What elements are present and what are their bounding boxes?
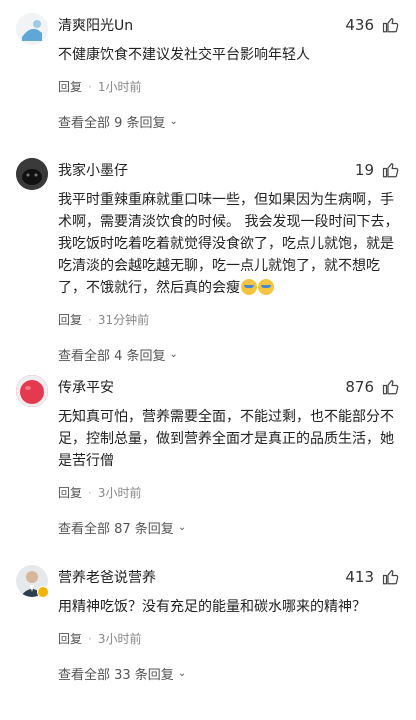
username[interactable]: 我家小墨仔 bbox=[58, 160, 355, 180]
username[interactable]: 清爽阳光Un bbox=[58, 15, 345, 35]
view-all-label: 查看全部 9 条回复 bbox=[58, 116, 166, 131]
separator-dot: · bbox=[88, 631, 92, 646]
view-all-replies[interactable]: 查看全部 87 条回复 ⌄ bbox=[58, 518, 400, 537]
comment-list: 清爽阳光Un 436 不健康饮食不建议发社交平台影响年轻人 回复 · 1小时前 … bbox=[0, 0, 416, 720]
timestamp: 31分钟前 bbox=[97, 313, 150, 327]
chevron-down-icon: ⌄ bbox=[177, 668, 187, 679]
view-all-label: 查看全部 87 条回复 bbox=[58, 522, 174, 537]
reply-button[interactable]: 回复 bbox=[58, 484, 82, 501]
comment-text-body: 我平时重辣重麻就重口味一些，但如果因为生病啊，手术啊，需要清淡饮食的时候。 我会… bbox=[58, 192, 399, 296]
thumbs-up-icon[interactable] bbox=[382, 16, 400, 34]
crying-face-emoji-icon bbox=[258, 279, 274, 295]
chevron-down-icon: ⌄ bbox=[169, 116, 178, 127]
username[interactable]: 传承平安 bbox=[58, 377, 345, 397]
comment-item: 传承平安 876 无知真可怕，营养需要全面，不能过剩，也不能部分不足，控制总量，… bbox=[0, 362, 416, 552]
separator-dot: · bbox=[88, 79, 92, 94]
username[interactable]: 营养老爸说营养 bbox=[58, 567, 345, 587]
avatar[interactable] bbox=[16, 565, 49, 598]
reply-button[interactable]: 回复 bbox=[58, 311, 82, 328]
thumbs-up-icon[interactable] bbox=[382, 568, 400, 586]
verified-badge-icon bbox=[37, 586, 49, 598]
chevron-down-icon: ⌄ bbox=[169, 349, 178, 360]
view-all-replies[interactable]: 查看全部 33 条回复 ⌄ bbox=[58, 664, 400, 683]
separator-dot: · bbox=[88, 485, 92, 500]
avatar-image bbox=[16, 158, 48, 190]
comment-text: 用精神吃饭？没有充足的能量和碳水哪来的精神？ bbox=[58, 599, 366, 615]
reply-button[interactable]: 回复 bbox=[58, 78, 82, 95]
comment-text: 无知真可怕，营养需要全面，不能过剩，也不能部分不足，控制总量，做到营养全面才是真… bbox=[58, 409, 394, 469]
thumbs-up-icon[interactable] bbox=[382, 378, 400, 396]
avatar[interactable] bbox=[16, 375, 48, 407]
chevron-down-icon: ⌄ bbox=[177, 522, 187, 533]
comment-item: 我家小墨仔 19 我平时重辣重麻就重口味一些，但如果因为生病啊，手术啊，需要清淡… bbox=[0, 145, 416, 364]
comment-item: 清爽阳光Un 436 不健康饮食不建议发社交平台影响年轻人 回复 · 1小时前 … bbox=[0, 0, 416, 145]
comment-text: 我平时重辣重麻就重口味一些，但如果因为生病啊，手术啊，需要清淡饮食的时候。 我会… bbox=[58, 189, 400, 299]
timestamp: 3小时前 bbox=[97, 632, 142, 646]
view-all-replies[interactable]: 查看全部 9 条回复 ⌄ bbox=[58, 112, 400, 131]
like-count: 413 bbox=[345, 568, 374, 586]
comment-text: 不健康饮食不建议发社交平台影响年轻人 bbox=[58, 47, 310, 63]
avatar-image bbox=[16, 13, 48, 45]
avatar[interactable] bbox=[16, 158, 48, 190]
avatar-image bbox=[16, 375, 48, 407]
comment-item: 营养老爸说营养 413 用精神吃饭？没有充足的能量和碳水哪来的精神？ 回复 · … bbox=[0, 552, 416, 720]
thumbs-up-icon[interactable] bbox=[382, 161, 400, 179]
crying-face-emoji-icon bbox=[241, 279, 257, 295]
timestamp: 3小时前 bbox=[97, 486, 142, 500]
avatar[interactable] bbox=[16, 13, 48, 45]
separator-dot: · bbox=[88, 312, 92, 327]
reply-button[interactable]: 回复 bbox=[58, 630, 82, 647]
like-count: 19 bbox=[354, 161, 374, 179]
view-all-label: 查看全部 33 条回复 bbox=[58, 668, 174, 683]
timestamp: 1小时前 bbox=[97, 80, 142, 94]
like-count: 876 bbox=[345, 378, 374, 396]
like-count: 436 bbox=[345, 16, 374, 34]
